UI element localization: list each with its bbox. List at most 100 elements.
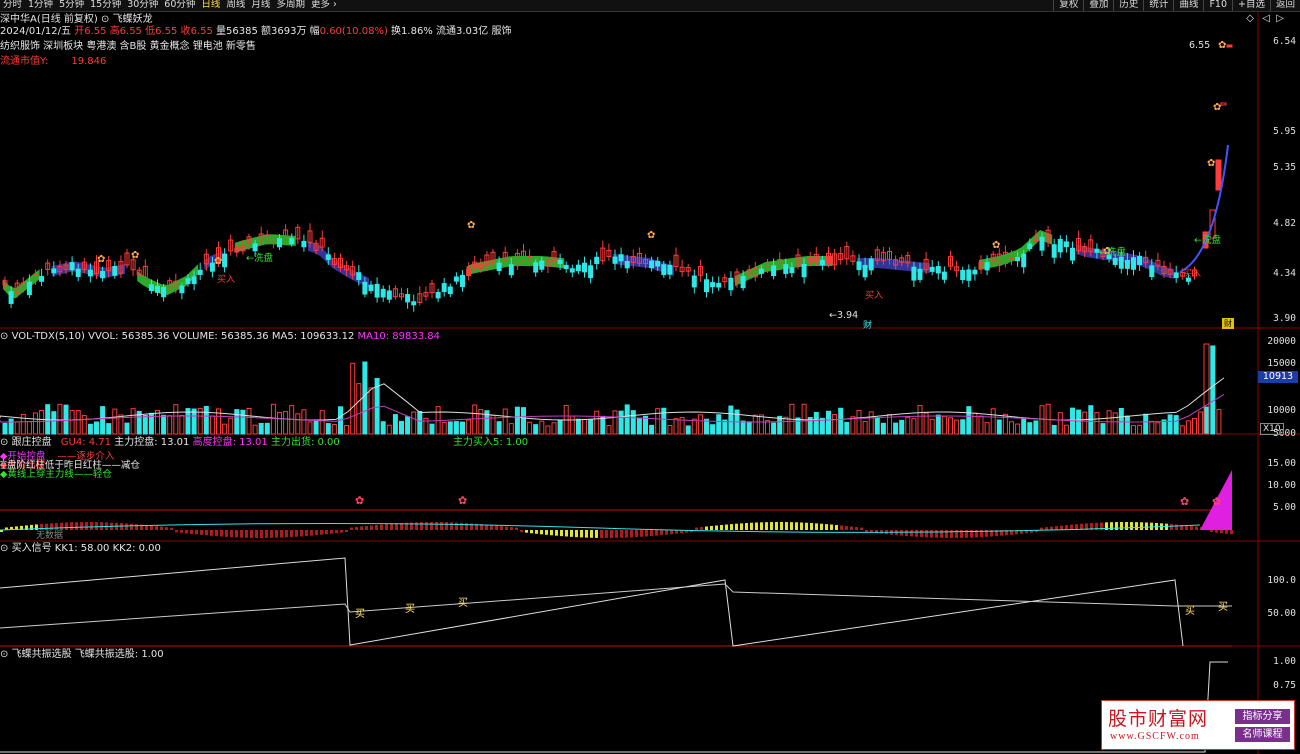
control-main: 主力控盘: 13.01 xyxy=(114,437,190,448)
volume-bar xyxy=(1198,411,1204,435)
control-bar xyxy=(190,530,193,534)
control-bar xyxy=(250,530,253,538)
control-bar xyxy=(770,522,773,530)
control-bar xyxy=(565,530,568,537)
control-bar xyxy=(665,530,668,535)
control-bar xyxy=(360,526,363,530)
control-bar xyxy=(1210,530,1213,533)
volume-bar xyxy=(1057,412,1063,435)
candle-body xyxy=(356,272,362,280)
candle-body xyxy=(1137,255,1143,265)
control-bar xyxy=(605,530,608,538)
volume-bar xyxy=(496,421,502,435)
vol-ma10: MA10: 89833.84 xyxy=(357,331,440,342)
control-bar xyxy=(380,524,383,530)
volume-bar xyxy=(356,383,362,435)
candle-body xyxy=(704,279,709,293)
control-bar xyxy=(365,525,368,530)
control-bar xyxy=(160,526,163,530)
control-bar xyxy=(395,523,398,530)
control-bar xyxy=(195,530,198,535)
control-bar xyxy=(230,530,233,538)
control-bar xyxy=(275,530,278,538)
volume-bar xyxy=(301,409,307,435)
candle-body xyxy=(51,268,57,274)
candle-body xyxy=(325,254,331,260)
control-bar xyxy=(810,523,813,530)
control-title[interactable]: 跟庄控盘 xyxy=(12,437,52,448)
candle-body xyxy=(661,264,667,276)
control-bar xyxy=(535,530,538,534)
volume-bar xyxy=(417,410,423,435)
candle-body xyxy=(1173,272,1179,279)
buy-tick-0: 100.0 xyxy=(1267,575,1296,586)
control-bar xyxy=(215,530,218,537)
fly-tick-1: 0.75 xyxy=(1273,680,1296,691)
volume-bar xyxy=(57,403,63,435)
volume-bar xyxy=(746,421,752,435)
volume-bar xyxy=(1027,422,1033,435)
candle-body xyxy=(69,262,75,271)
volume-bar xyxy=(838,407,844,435)
control-bar xyxy=(315,530,318,536)
control-bar xyxy=(425,522,428,530)
control-bar xyxy=(1115,522,1118,530)
volume-bar xyxy=(508,423,514,435)
volume-bar xyxy=(1076,409,1082,435)
control-bar xyxy=(430,522,433,530)
butterfly-marker: ✿ xyxy=(1207,158,1215,169)
control-bar xyxy=(280,530,283,538)
volume-bar xyxy=(81,415,87,435)
control-bar xyxy=(445,522,448,530)
control-bar xyxy=(660,530,663,536)
chart-canvas[interactable]: ✿ ✿✿✿✿✿✿✿✿✿✿ ✿ ✿ ✿买 买买买买 xyxy=(0,0,1300,754)
control-bar xyxy=(575,530,578,538)
candle-body xyxy=(496,262,502,272)
control-bar xyxy=(585,530,588,538)
butterfly-marker: ✿ xyxy=(1213,102,1221,113)
volume-bar xyxy=(1015,423,1021,435)
candle-body xyxy=(655,260,661,267)
control-bar xyxy=(765,522,768,530)
volume-bar xyxy=(557,419,563,435)
price-tick-2: 5.35 xyxy=(1273,162,1296,173)
buy-title[interactable]: 买入信号 xyxy=(12,543,52,554)
vol-title[interactable]: VOL-TDX(5,10) xyxy=(12,331,85,342)
control-bar xyxy=(515,527,518,530)
control-bar xyxy=(1120,522,1123,530)
volume-bar xyxy=(246,407,252,435)
candle-body xyxy=(185,278,191,285)
fly-title[interactable]: 飞蝶共振选股 xyxy=(12,649,72,660)
volume-bar xyxy=(350,362,356,435)
volume-bar xyxy=(386,424,392,435)
volume-bar xyxy=(911,418,917,435)
control-collapse-icon[interactable]: ⊙ xyxy=(0,437,8,448)
control-bar xyxy=(940,530,943,538)
buy-collapse-icon[interactable]: ⊙ xyxy=(0,543,8,554)
buy-label-3: 买入 xyxy=(1183,269,1202,279)
volume-bar xyxy=(618,410,624,435)
volume-bar xyxy=(167,415,173,435)
candle-body xyxy=(277,238,282,248)
control-bar xyxy=(355,526,358,530)
volume-bar xyxy=(331,424,337,435)
volume-tick-0: 20000 xyxy=(1267,336,1296,347)
candle-body xyxy=(1149,265,1155,278)
volume-bar xyxy=(20,413,26,435)
volume-bar xyxy=(935,414,941,435)
volume-bar xyxy=(948,417,953,435)
fly-collapse-icon[interactable]: ⊙ xyxy=(0,649,8,660)
control-bar xyxy=(725,524,728,530)
volume-bar xyxy=(26,421,32,435)
volume-bar xyxy=(228,417,234,435)
vol-collapse-icon[interactable]: ⊙ xyxy=(0,331,8,342)
candle-body xyxy=(594,256,600,265)
fly-tick-0: 1.00 xyxy=(1273,656,1296,667)
control-bar xyxy=(780,522,783,530)
volume-bar xyxy=(868,411,874,435)
control-bar xyxy=(580,530,583,538)
control-bar xyxy=(65,522,68,530)
buy-signal-marker: 买 xyxy=(405,603,415,615)
control-bar xyxy=(950,530,953,538)
volume-bar xyxy=(344,424,350,435)
